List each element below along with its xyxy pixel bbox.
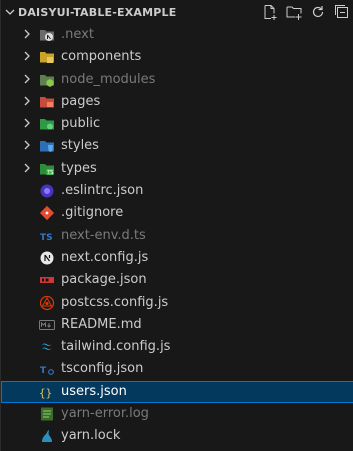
styles-folder-icon: [39, 138, 55, 154]
chevron-right-icon[interactable]: [21, 73, 33, 85]
tree-file-item[interactable]: yarn-error.log: [1, 403, 353, 425]
log-icon: [39, 406, 55, 422]
tree-file-item[interactable]: Ttsconfig.json: [1, 358, 353, 380]
tree-folder-item[interactable]: node_modules: [1, 69, 353, 91]
node-modules-folder-icon: [39, 72, 55, 88]
explorer-panel: DAISYUI-TABLE-EXAMPLE .next components nod…: [0, 0, 353, 451]
tree-file-item[interactable]: postcss.config.js: [1, 292, 353, 314]
typescript-icon: TS: [39, 228, 55, 244]
tree-file-item[interactable]: tailwind.config.js: [1, 336, 353, 358]
tree-item-label: tailwind.config.js: [61, 339, 171, 355]
public-folder-icon: [39, 116, 55, 132]
git-icon: [39, 205, 55, 221]
chevron-right-icon[interactable]: [21, 95, 33, 107]
tree-item-label: .eslintrc.json: [61, 183, 144, 199]
tree-file-item[interactable]: package.json: [1, 269, 353, 291]
explorer-header[interactable]: DAISYUI-TABLE-EXAMPLE: [1, 0, 353, 26]
chevron-right-icon[interactable]: [21, 139, 33, 151]
explorer-actions: [262, 4, 350, 20]
tree-file-item[interactable]: README.md: [1, 314, 353, 336]
svg-text:TS: TS: [40, 233, 53, 243]
collapse-all-icon[interactable]: [334, 4, 350, 20]
chevron-right-icon[interactable]: [21, 117, 33, 129]
next-folder-icon: [39, 27, 55, 43]
tree-file-item[interactable]: .gitignore: [1, 202, 353, 224]
tree-folder-item[interactable]: .next: [1, 24, 353, 46]
tree-file-item[interactable]: TS next-env.d.ts: [1, 225, 353, 247]
svg-text:{}: {}: [39, 386, 52, 399]
tree-item-label: components: [61, 49, 142, 65]
json-icon: {}: [39, 384, 55, 400]
yarn-icon: [39, 428, 55, 444]
tree-item-label: public: [61, 116, 101, 132]
tree-item-label: tsconfig.json: [61, 361, 144, 377]
tree-file-item[interactable]: {} users.json: [1, 380, 353, 404]
npm-icon: [39, 272, 55, 288]
tree-item-label: users.json: [61, 383, 127, 399]
tsconfig-icon: T: [39, 361, 55, 377]
svg-text:TS: TS: [46, 170, 53, 176]
tree-item-label: styles: [61, 138, 99, 154]
tree-folder-item[interactable]: pages: [1, 91, 353, 113]
chevron-down-icon[interactable]: [4, 6, 16, 18]
tree-item-label: yarn-error.log: [61, 406, 149, 422]
tree-item-label: pages: [61, 93, 101, 109]
components-folder-icon: [39, 49, 55, 65]
new-file-icon[interactable]: [262, 4, 278, 20]
tree-folder-item[interactable]: components: [1, 46, 353, 68]
chevron-right-icon[interactable]: [21, 50, 33, 62]
tree-item-label: README.md: [61, 316, 142, 332]
tree-folder-item[interactable]: TS types: [1, 158, 353, 180]
tailwind-icon: [39, 339, 55, 355]
tree-item-label: next.config.js: [61, 249, 149, 265]
refresh-icon[interactable]: [310, 4, 326, 20]
tree-item-label: package.json: [61, 272, 147, 288]
tree-item-label: node_modules: [61, 71, 156, 87]
tree-file-item[interactable]: .eslintrc.json: [1, 180, 353, 202]
tree-item-label: next-env.d.ts: [61, 227, 146, 243]
tree-file-item[interactable]: next.config.js: [1, 247, 353, 269]
new-folder-icon[interactable]: [286, 4, 302, 20]
chevron-right-icon[interactable]: [21, 28, 33, 40]
svg-text:T: T: [40, 366, 47, 376]
tree-item-label: types: [61, 160, 97, 176]
markdown-icon: [39, 317, 55, 333]
tree-file-item[interactable]: yarn.lock: [1, 425, 353, 447]
chevron-right-icon[interactable]: [21, 162, 33, 174]
tree-folder-item[interactable]: public: [1, 113, 353, 135]
nextjs-icon: [39, 250, 55, 266]
tree-item-label: .gitignore: [61, 205, 124, 221]
postcss-icon: [39, 295, 55, 311]
tree-item-label: postcss.config.js: [61, 294, 169, 310]
explorer-title: DAISYUI-TABLE-EXAMPLE: [18, 6, 177, 19]
file-tree: .next components node_modulespages public st…: [1, 24, 353, 448]
tree-item-label: .next: [61, 27, 94, 42]
tree-item-label: yarn.lock: [61, 428, 121, 444]
types-folder-icon: TS: [39, 161, 55, 177]
tree-folder-item[interactable]: styles: [1, 135, 353, 157]
eslint-icon: [39, 183, 55, 199]
pages-folder-icon: [39, 94, 55, 110]
